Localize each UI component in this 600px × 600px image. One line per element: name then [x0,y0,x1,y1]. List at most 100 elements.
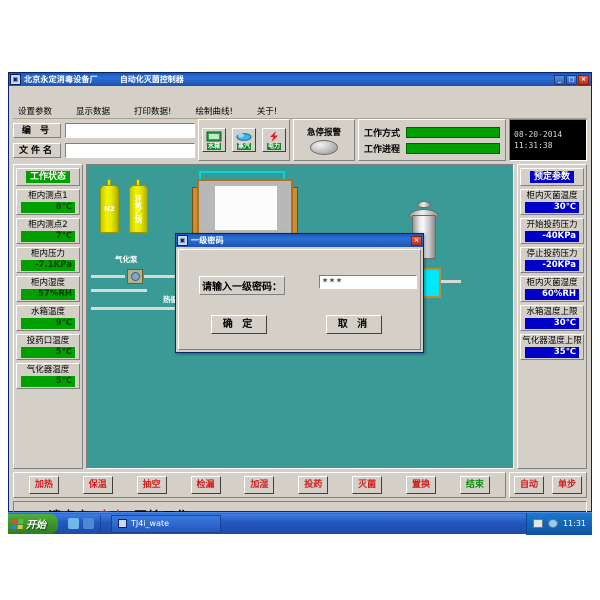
tray-network-icon[interactable] [547,519,558,528]
preset-cell-sterilize-temp[interactable]: 柜内灭菌温度 30℃ [520,189,584,215]
tray-clock[interactable]: 11:31 [563,519,586,528]
work-progress-label: 工作进程 [364,144,401,155]
work-mode-row: 工作方式 [364,126,500,139]
sterilizer-chamber[interactable] [197,179,293,241]
taskbar-item-app[interactable]: TJ4i_wate [111,514,221,533]
status-value: 57%RH [21,289,75,300]
evacuate-button[interactable]: 抽空 [136,476,167,494]
tray-device-icon[interactable] [532,519,543,528]
windows-flag-icon [11,518,24,529]
preset-value: -20KPa [525,260,579,271]
minimize-button[interactable]: _ [554,74,565,85]
status-label: 柜内压力 [30,249,65,259]
emergency-stop-group: 急停报警 [293,119,355,161]
mimic-pipe [441,280,461,283]
menu-bar: 设置参数 显示数据 打印数据! 绘制曲线! 关于! [13,104,587,119]
status-cell-chamber-humidity: 柜内湿度 57%RH [16,276,80,302]
number-label: 编 号 [13,122,61,138]
work-progress-bar [406,142,500,154]
dialog-cancel-button[interactable]: 取 消 [326,315,382,334]
water-tank-button[interactable]: 水箱 [202,128,226,152]
browser-icon[interactable] [68,518,79,529]
humidify-button[interactable]: 加湿 [244,476,275,494]
single-step-button[interactable]: 单步 [552,476,582,494]
status-label: 投药口温度 [26,336,70,346]
media-player-icon[interactable] [83,518,94,529]
number-row: 编 号 [13,122,195,138]
work-mode-label: 工作方式 [364,128,401,139]
steam-cloud-icon [236,133,252,141]
preset-parameters-header: 预定参数 [520,168,584,186]
dialog-title-bar[interactable]: ▣ 一级密码 × [176,234,423,247]
status-label: 柜内湿度 [30,278,65,288]
menu-item-curve[interactable]: 绘制曲线! [190,105,237,117]
work-status-panel: 工作状态 柜内测点1 8℃ 柜内测点2 7℃ 柜内压力 -7.1KPa 柜内湿度… [13,164,83,469]
preset-value: 60%RH [525,289,579,300]
window-subtitle: 自动化灭菌控制器 [119,75,184,84]
process-step-buttons: 加热 保温 抽空 检漏 加湿 投药 灭菌 置换 结束 [13,472,506,498]
dialog-close-icon[interactable]: × [411,235,422,246]
preset-label: 柜内灭菌温度 [526,191,578,201]
purge-button[interactable]: 置换 [406,476,437,494]
gasifier-pump-label: 气化泵 [115,255,138,264]
emergency-stop-lamp[interactable] [310,139,338,155]
heat-button[interactable]: 加热 [28,476,59,494]
taskbar-item-label: TJ4i_wate [131,519,170,528]
preset-cell-sterilize-humidity[interactable]: 柜内灭菌湿度 60%RH [520,276,584,302]
maximize-button[interactable]: □ [566,74,577,85]
number-input[interactable] [65,122,195,138]
preset-label: 开始投药压力 [526,220,578,230]
emergency-stop-label: 急停报警 [306,127,341,138]
dialog-ok-button[interactable]: 确 定 [211,315,267,334]
menu-item-settings[interactable]: 设置参数 [13,105,57,117]
password-input[interactable]: *** [319,275,417,289]
lightning-bolt-icon [270,131,278,142]
toolbar-group: 水箱 蒸汽 电力 [198,119,290,161]
power-button[interactable]: 电力 [262,128,286,152]
top-strip: 编 号 文件名 水箱 蒸汽 电力 急停报警 工作方式 工作进程 08-20-20… [13,119,587,161]
preset-label: 停止投药压力 [526,249,578,259]
steam-button[interactable]: 蒸汽 [232,128,256,152]
window-controls: _ □ × [554,74,589,85]
filename-row: 文件名 [13,142,195,158]
leak-test-button[interactable]: 检漏 [190,476,221,494]
status-value: 5℃ [21,376,75,387]
pump-rotor-icon [130,272,140,281]
nitrogen-cylinder[interactable]: N2 [100,185,119,233]
preset-value: -40KPa [525,231,579,242]
date-text: 08-20-2014 [514,130,563,139]
filename-input[interactable] [65,142,195,158]
preset-cell-water-tank-temp-limit[interactable]: 水箱温度上限 30℃ [520,305,584,331]
ethylene-oxide-label: 环氧乙烷 [134,195,143,223]
close-icon[interactable]: × [578,74,589,85]
status-cell-chamber-point-2: 柜内测点2 7℃ [16,218,80,244]
ethylene-oxide-cylinder[interactable]: 环氧乙烷 [129,185,148,233]
dosing-button[interactable]: 投药 [298,476,329,494]
preset-label: 气化器温度上限 [522,336,582,346]
identity-block: 编 号 文件名 [13,119,195,161]
status-value: 7℃ [21,231,75,242]
window-title-bar[interactable]: ▣ 北京永定消毒设备厂 自动化灭菌控制器 _ □ × [9,73,591,86]
finish-button[interactable]: 结束 [459,476,490,494]
status-cell-chamber-point-1: 柜内测点1 8℃ [16,189,80,215]
dialog-body: 请输入一级密码： *** 确 定 取 消 [178,249,421,350]
preset-cell-gasifier-temp-limit[interactable]: 气化器温度上限 35℃ [520,334,584,360]
start-button[interactable]: 开始 [8,513,58,534]
mimic-pipe [199,171,285,173]
status-label: 柜内测点2 [28,220,68,230]
gasifier-pump[interactable] [127,269,143,284]
preset-value: 35℃ [525,347,579,358]
time-text: 11:31:38 [514,141,553,150]
menu-item-about[interactable]: 关于! [252,105,282,117]
hold-temp-button[interactable]: 保温 [82,476,113,494]
sterilize-button[interactable]: 灭菌 [352,476,383,494]
preset-label: 水箱温度上限 [526,307,578,317]
preset-cell-dosing-stop-pressure[interactable]: 停止投药压力 -20KPa [520,247,584,273]
water-tank-caption: 水箱 [206,143,221,150]
menu-item-print[interactable]: 打印数据! [129,105,176,117]
auto-mode-button[interactable]: 自动 [514,476,544,494]
chamber-interior [215,186,277,230]
preset-cell-dosing-start-pressure[interactable]: 开始投药压力 -40KPa [520,218,584,244]
menu-item-display[interactable]: 显示数据 [71,105,115,117]
action-button-row: 加热 保温 抽空 检漏 加湿 投药 灭菌 置换 结束 自动 单步 [13,472,587,498]
